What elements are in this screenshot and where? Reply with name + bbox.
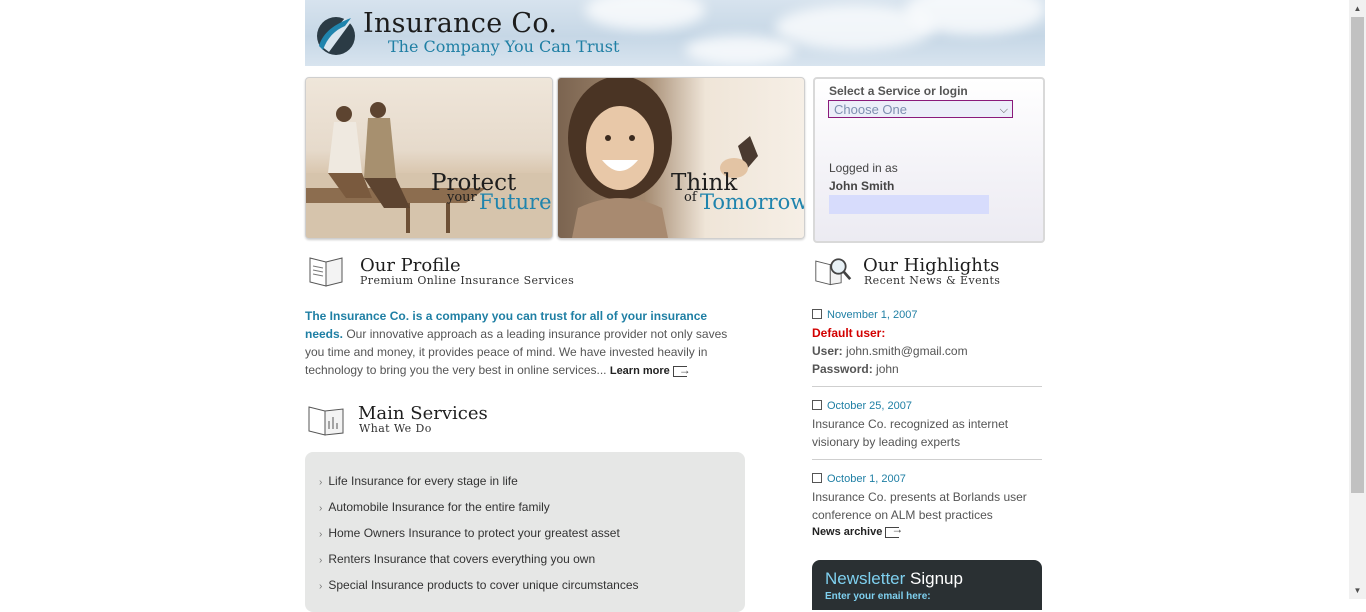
services-list: › Life Insurance for every stage in life … xyxy=(305,452,745,612)
scroll-down-arrow-icon[interactable]: ▼ xyxy=(1349,582,1366,599)
page: Insurance Co. The Company You Can Trust … xyxy=(305,0,1045,612)
default-password-line: Password: john xyxy=(812,362,899,376)
news-item-3: October 1, 2007 Insurance Co. presents a… xyxy=(812,470,1042,524)
chevron-down-icon: ⌵ xyxy=(999,104,1008,116)
caret-right-icon: › xyxy=(319,555,323,566)
banner-protect-future: Protect your Future xyxy=(305,77,553,239)
logo-title[interactable]: Insurance Co. xyxy=(363,8,557,39)
banner2-title-small: of xyxy=(684,190,697,205)
caret-right-icon: › xyxy=(319,581,323,592)
service-item-home[interactable]: › Home Owners Insurance to protect your g… xyxy=(319,526,620,540)
logo-icon xyxy=(317,17,355,55)
newsletter-panel: Newsletter Signup Enter your email here: xyxy=(812,560,1042,610)
book-icon xyxy=(309,257,343,287)
default-user-label: Default user: xyxy=(812,326,886,340)
banner2-title-accent: Tomorrow xyxy=(700,190,805,214)
dock-couple-image xyxy=(306,102,552,238)
banner-think-tomorrow: Think of Tomorrow xyxy=(557,77,805,239)
smiling-woman-image xyxy=(568,78,758,238)
divider xyxy=(812,459,1042,460)
default-user-line: User: john.smith@gmail.com xyxy=(812,344,968,358)
calendar-icon xyxy=(812,400,822,411)
news-item-2: October 25, 2007 Insurance Co. recognize… xyxy=(812,397,1042,451)
login-action-bar[interactable] xyxy=(829,195,989,214)
caret-right-icon: › xyxy=(319,529,323,540)
arrow-exit-icon xyxy=(885,522,903,538)
news-date[interactable]: October 1, 2007 xyxy=(812,470,1042,488)
news-item-1: November 1, 2007 Default user: User: joh… xyxy=(812,306,1042,378)
magnifier-book-icon xyxy=(815,258,852,286)
scrollbar-thumb[interactable] xyxy=(1351,17,1364,493)
caret-right-icon: › xyxy=(319,477,323,488)
service-select-value: Choose One xyxy=(834,102,907,117)
services-title: Main Services xyxy=(358,403,488,424)
arrow-exit-icon xyxy=(672,361,691,379)
profile-text: The Insurance Co. is a company you can t… xyxy=(305,307,745,380)
header: Insurance Co. The Company You Can Trust xyxy=(305,0,1045,66)
service-item-life[interactable]: › Life Insurance for every stage in life xyxy=(319,474,518,488)
service-select[interactable]: Choose One ⌵ xyxy=(828,100,1013,118)
chart-book-icon xyxy=(308,406,344,436)
banner1-title-small: your xyxy=(447,190,477,205)
service-item-auto[interactable]: › Automobile Insurance for the entire fam… xyxy=(319,500,550,514)
scroll-up-arrow-icon[interactable]: ▲ xyxy=(1349,0,1366,17)
vertical-scrollbar[interactable]: ▲ ▼ xyxy=(1349,0,1366,599)
news-text: Insurance Co. recognized as internet vis… xyxy=(812,417,1009,449)
news-date[interactable]: October 25, 2007 xyxy=(812,397,1042,415)
calendar-icon xyxy=(812,473,822,484)
highlights-title: Our Highlights xyxy=(863,255,1000,276)
newsletter-prompt: Enter your email here: xyxy=(825,591,931,602)
learn-more-link[interactable]: Learn more xyxy=(610,361,691,379)
service-item-renters[interactable]: › Renters Insurance that covers everythin… xyxy=(319,552,595,566)
divider xyxy=(812,386,1042,387)
services-subtitle: What We Do xyxy=(359,422,432,435)
profile-subtitle: Premium Online Insurance Services xyxy=(360,274,575,287)
caret-right-icon: › xyxy=(319,503,323,514)
news-archive-link[interactable]: News archive xyxy=(812,522,903,538)
news-text: Insurance Co. presents at Borlands user … xyxy=(812,490,1027,522)
banner1-title-accent: Future xyxy=(479,190,552,214)
news-date[interactable]: November 1, 2007 xyxy=(812,306,1042,324)
highlights-subtitle: Recent News & Events xyxy=(864,274,1001,287)
login-title: Select a Service or login xyxy=(829,84,968,98)
newsletter-title: Newsletter Signup xyxy=(825,569,963,588)
login-panel: Select a Service or login Choose One ⌵ L… xyxy=(813,77,1045,243)
profile-title: Our Profile xyxy=(360,255,461,276)
service-item-special[interactable]: › Special Insurance products to cover uni… xyxy=(319,578,639,592)
logged-in-username: John Smith xyxy=(829,179,895,193)
logged-in-label: Logged in as xyxy=(829,161,898,175)
calendar-icon xyxy=(812,309,822,320)
logo-tagline: The Company You Can Trust xyxy=(388,37,620,56)
